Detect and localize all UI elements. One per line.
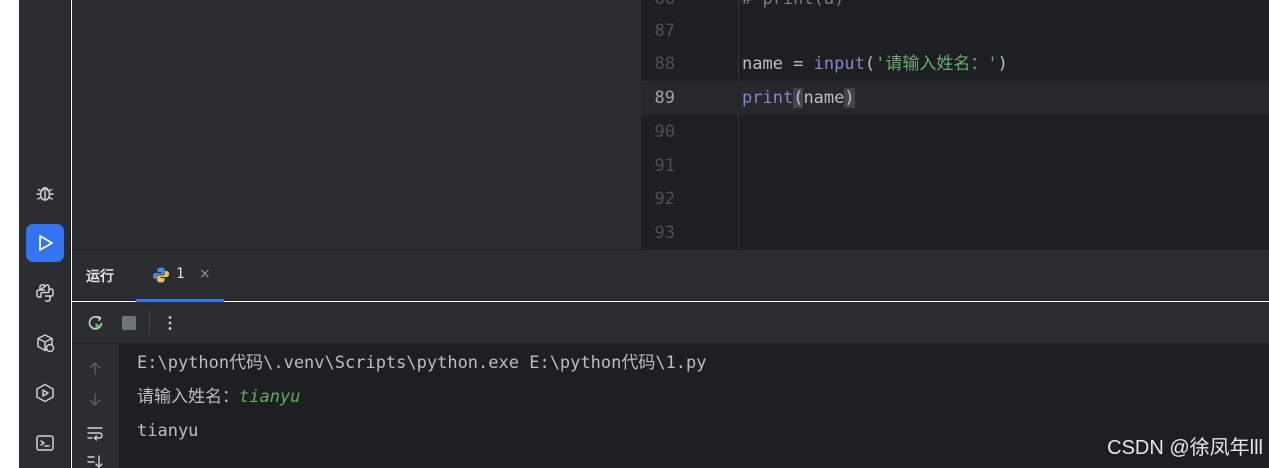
more-vertical-icon <box>168 316 172 330</box>
editor-line: 92 <box>641 182 1269 216</box>
stop-icon <box>122 316 136 330</box>
scroll-to-end-icon <box>87 455 103 468</box>
console-prompt-line: 请输入姓名：tianyu <box>137 380 300 414</box>
code-token: name = <box>742 54 814 74</box>
code-token-paren-matched: ( <box>793 88 804 108</box>
python-packages-tool-button[interactable] <box>26 324 64 362</box>
console-prompt: 请输入姓名： <box>137 387 239 407</box>
line-number: 89 <box>654 88 675 108</box>
rerun-button[interactable] <box>84 311 108 335</box>
editor-line: 91 <box>641 149 1269 183</box>
python-console-tool-button[interactable] <box>26 274 64 312</box>
editor-line-current: 89 print(name) <box>641 81 1269 115</box>
editor-line: 87 <box>641 14 1269 48</box>
python-file-icon <box>153 267 169 283</box>
run-icon <box>39 235 53 251</box>
project-pane <box>72 0 641 249</box>
console-output-line: tianyu <box>137 421 199 441</box>
debug-tool-button[interactable] <box>26 174 64 212</box>
console-user-input: tianyu <box>239 387 301 407</box>
run-tab-1[interactable]: 1 × <box>136 250 224 302</box>
code-token-builtin: print <box>742 88 794 108</box>
scroll-down-button[interactable] <box>82 387 108 413</box>
soft-wrap-button[interactable] <box>82 420 108 446</box>
terminal-tool-button[interactable] <box>26 424 64 462</box>
services-icon <box>36 383 54 403</box>
run-console[interactable]: E:\python代码\.venv\Scripts\python.exe E:\… <box>119 344 1269 468</box>
line-number: 93 <box>654 223 675 243</box>
python-packages-icon <box>37 334 55 353</box>
scroll-up-icon <box>89 362 101 375</box>
bug-icon <box>36 187 54 201</box>
toolbar-separator <box>149 311 150 335</box>
console-side-toolbar <box>72 344 119 468</box>
code-token-paren: ) <box>997 54 1008 74</box>
code-token-paren-matched: ) <box>844 88 855 108</box>
scroll-down-icon <box>89 393 101 406</box>
editor-line: 88 name = input('请输入姓名：') <box>641 47 1269 81</box>
run-toolbar <box>72 302 1269 344</box>
terminal-icon <box>36 435 54 451</box>
line-number: 87 <box>654 21 675 41</box>
close-icon[interactable]: × <box>199 266 211 282</box>
code-text: name = input('请输入姓名：') <box>742 47 1008 81</box>
scroll-up-button[interactable] <box>82 355 108 381</box>
more-actions-button[interactable] <box>158 311 182 335</box>
code-text: print(name) <box>742 81 855 115</box>
stop-button[interactable] <box>117 311 141 335</box>
code-editor[interactable]: 86 # print(a) 87 88 name = input('请输入姓名：… <box>641 0 1269 249</box>
editor-line: 90 <box>641 115 1269 149</box>
line-number: 91 <box>654 156 675 176</box>
line-number: 90 <box>654 122 675 142</box>
python-console-icon <box>36 284 54 302</box>
scroll-to-end-button[interactable] <box>82 449 108 468</box>
run-panel-title: 运行 <box>86 269 114 285</box>
left-margin <box>0 0 19 468</box>
soft-wrap-icon <box>87 427 103 441</box>
console-command-line: E:\python代码\.venv\Scripts\python.exe E:\… <box>137 353 707 373</box>
rerun-icon <box>88 315 103 330</box>
run-tool-button[interactable] <box>26 224 64 262</box>
code-token: name <box>803 88 845 108</box>
line-number: 88 <box>654 54 675 74</box>
services-tool-button[interactable] <box>26 374 64 412</box>
watermark: CSDN @徐凤年lll <box>1107 437 1263 459</box>
code-token-builtin: input <box>813 54 865 74</box>
editor-line: 93 <box>641 216 1269 249</box>
code-token-paren: ( <box>864 54 876 74</box>
code-token-string: '请输入姓名：' <box>875 54 998 74</box>
run-tab-label: 1 <box>176 266 185 282</box>
tool-window-bar <box>19 0 71 468</box>
run-tool-window-header: 运行 1 × <box>72 249 1269 302</box>
line-number: 92 <box>654 189 675 209</box>
